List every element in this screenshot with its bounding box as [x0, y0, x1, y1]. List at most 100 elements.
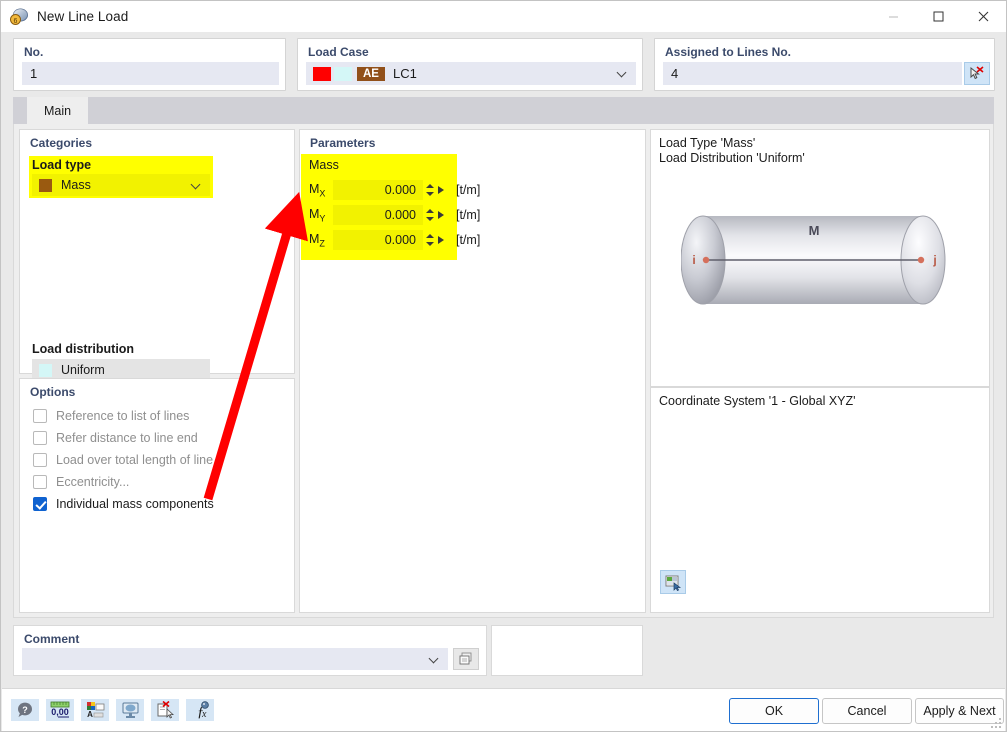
comment-extra-panel	[491, 625, 643, 676]
mass-mx-row: MX 0.000 [t/m]	[309, 180, 480, 200]
load-type-color-swatch	[39, 179, 52, 192]
mass-my-row: MY 0.000 [t/m]	[309, 205, 480, 225]
decimal-places-icon[interactable]: 0,00	[46, 699, 74, 721]
option-label: Individual mass components	[56, 497, 214, 511]
load-case-tag: AE	[357, 67, 385, 81]
coordinate-system-caption: Coordinate System '1 - Global XYZ'	[659, 394, 856, 409]
chevron-down-icon[interactable]	[192, 181, 201, 190]
comment-panel: Comment	[13, 625, 487, 676]
mass-mz-input[interactable]: 0.000	[333, 230, 423, 250]
checkbox-icon[interactable]	[33, 409, 47, 423]
new-line-load-dialog: 6 New Line Load No. 1 Load Case AE LC1	[0, 0, 1007, 732]
main-tab-panel: Categories Load type Mass Load distribut…	[13, 124, 994, 618]
expand-arrow-icon[interactable]	[435, 230, 448, 250]
option-reference-to-list-of-lines[interactable]: Reference to list of lines	[33, 407, 189, 424]
checkbox-icon[interactable]	[33, 431, 47, 445]
assigned-lines-group: Assigned to Lines No. 4	[654, 38, 995, 91]
mass-my-unit: [t/m]	[456, 208, 480, 222]
checkbox-icon[interactable]	[33, 475, 47, 489]
checkbox-icon[interactable]	[33, 497, 47, 511]
chevron-down-icon[interactable]	[430, 655, 439, 664]
option-label: Refer distance to line end	[56, 431, 198, 445]
window-controls	[871, 1, 1006, 32]
option-label: Load over total length of line	[56, 453, 213, 467]
checkbox-icon[interactable]	[33, 453, 47, 467]
options-panel: Options Reference to list of lines Refer…	[19, 378, 295, 613]
delete-result-icon[interactable]	[151, 699, 179, 721]
options-title: Options	[30, 385, 75, 399]
mass-mx-label: MX	[309, 182, 333, 199]
load-case-color-swatch-2	[334, 67, 352, 81]
view-settings-icon[interactable]	[116, 699, 144, 721]
svg-text:A: A	[87, 710, 93, 719]
mass-my-subscript: Y	[319, 213, 325, 223]
load-type-combo[interactable]: Mass	[32, 174, 210, 196]
preview-panel: Load Type 'Mass' Load Distribution 'Unif…	[650, 129, 990, 387]
option-label: Eccentricity...	[56, 475, 129, 489]
svg-text:i: i	[692, 253, 695, 267]
dialog-footer: ? 0,00 A	[2, 688, 1005, 731]
load-case-combo[interactable]: AE LC1	[306, 62, 636, 85]
render-settings-icon[interactable]	[660, 570, 686, 594]
tab-strip: Main	[13, 97, 994, 124]
option-eccentricity[interactable]: Eccentricity...	[33, 473, 129, 490]
expand-arrow-icon[interactable]	[435, 205, 448, 225]
svg-text:x: x	[201, 709, 207, 719]
mass-mx-unit: [t/m]	[456, 183, 480, 197]
option-refer-distance-to-line-end[interactable]: Refer distance to line end	[33, 429, 198, 446]
pick-lines-icon[interactable]	[964, 62, 990, 85]
window-title: New Line Load	[37, 9, 128, 24]
mass-group-label: Mass	[309, 158, 339, 172]
load-distribution-label: Load distribution	[32, 342, 134, 356]
option-label: Reference to list of lines	[56, 409, 189, 423]
assigned-lines-label: Assigned to Lines No.	[665, 45, 791, 59]
load-type-label: Load type	[32, 158, 91, 172]
close-button[interactable]	[961, 1, 1006, 32]
ok-button[interactable]: OK	[729, 698, 819, 724]
title-bar: 6 New Line Load	[1, 1, 1006, 32]
coordinate-system-preview-panel: Coordinate System '1 - Global XYZ'	[650, 387, 990, 613]
chevron-down-icon[interactable]	[618, 69, 627, 78]
load-distribution-color-swatch	[39, 364, 52, 377]
line-load-icon: 6	[9, 7, 29, 27]
expand-arrow-icon[interactable]	[435, 180, 448, 200]
mass-my-input[interactable]: 0.000	[333, 205, 423, 225]
load-case-value: LC1	[393, 66, 417, 81]
mass-mx-input[interactable]: 0.000	[333, 180, 423, 200]
preview-load-distribution-text: Load Distribution 'Uniform'	[659, 151, 805, 166]
spinner-icon[interactable]	[423, 205, 435, 225]
no-group: No. 1	[13, 38, 286, 91]
svg-text:?: ?	[22, 705, 28, 715]
categories-title: Categories	[30, 136, 92, 150]
spinner-icon[interactable]	[423, 230, 435, 250]
svg-text:M: M	[809, 223, 820, 238]
formula-icon[interactable]: ƒ x	[186, 699, 214, 721]
parameters-title: Parameters	[310, 136, 375, 150]
load-case-label: Load Case	[308, 45, 369, 59]
display-properties-icon[interactable]: A	[81, 699, 109, 721]
tab-main[interactable]: Main	[27, 97, 88, 124]
minimize-button[interactable]	[871, 1, 916, 32]
maximize-button[interactable]	[916, 1, 961, 32]
comment-library-icon[interactable]	[453, 648, 479, 670]
help-icon[interactable]: ?	[11, 699, 39, 721]
svg-text:j: j	[932, 253, 936, 267]
option-load-over-total-length-of-line[interactable]: Load over total length of line	[33, 451, 213, 468]
mass-mz-unit: [t/m]	[456, 233, 480, 247]
svg-text:0,00: 0,00	[51, 707, 69, 717]
mass-mz-row: MZ 0.000 [t/m]	[309, 230, 480, 250]
no-input[interactable]: 1	[22, 62, 279, 85]
comment-input[interactable]	[22, 648, 448, 670]
line-load-preview-graphic: i j M	[681, 208, 961, 318]
parameters-panel: Parameters Mass MX 0.000 [t/m] MY 0.000 …	[299, 129, 646, 613]
cancel-button[interactable]: Cancel	[822, 698, 912, 724]
load-case-group: Load Case AE LC1	[297, 38, 643, 91]
load-case-color-swatch-1	[313, 67, 331, 81]
preview-load-type-text: Load Type 'Mass'	[659, 136, 755, 151]
resize-grip[interactable]	[991, 718, 1002, 729]
mass-mz-subscript: Z	[319, 238, 325, 248]
svg-text:6: 6	[14, 18, 18, 25]
assigned-lines-input[interactable]: 4	[663, 62, 962, 85]
option-individual-mass-components[interactable]: Individual mass components	[33, 495, 214, 512]
spinner-icon[interactable]	[423, 180, 435, 200]
